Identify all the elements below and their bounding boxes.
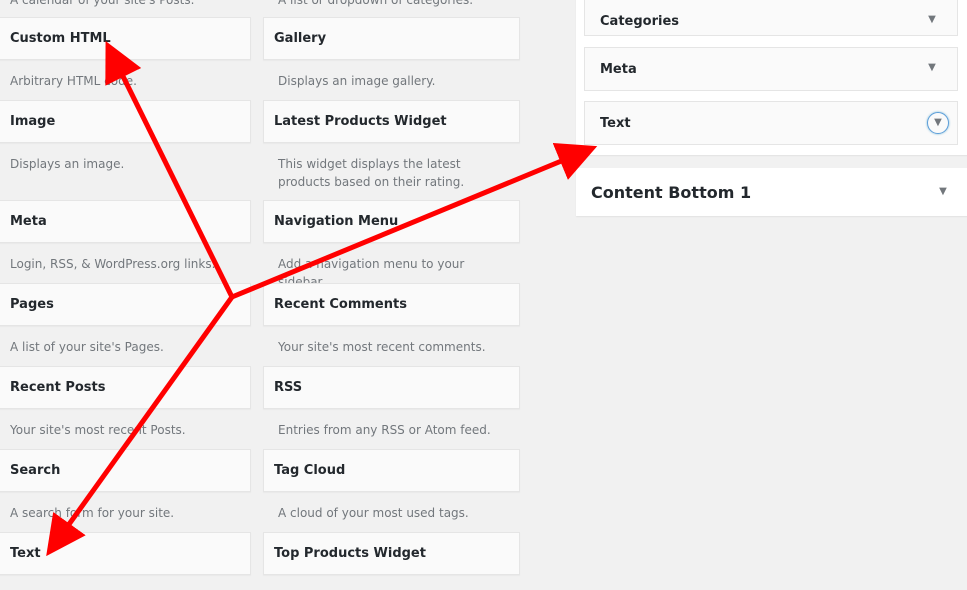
- widget-description: Login, RSS, & WordPress.org links.: [10, 257, 216, 271]
- sidebar-widget-categories[interactable]: Categories ▼: [584, 0, 958, 36]
- widget-card[interactable]: Image: [0, 100, 251, 143]
- widget-title: Pages: [10, 297, 54, 312]
- widget-card[interactable]: Meta: [0, 200, 251, 243]
- triangle-down-icon[interactable]: ▼: [927, 112, 949, 134]
- sidebar-widget-meta[interactable]: Meta ▼: [584, 47, 958, 91]
- widget-title: Recent Posts: [10, 380, 106, 395]
- widget-title: Tag Cloud: [274, 463, 346, 478]
- widget-card[interactable]: Pages: [0, 283, 251, 326]
- widget-title: Image: [10, 114, 56, 129]
- triangle-down-icon[interactable]: ▼: [923, 11, 941, 29]
- sidebar-title: Content Bottom 1: [591, 183, 752, 202]
- widget-title: Latest Products Widget: [274, 114, 447, 129]
- widget-description: This widget displays the latest products…: [278, 157, 465, 189]
- widget-title: RSS: [274, 380, 303, 395]
- widget-card[interactable]: Latest Products Widget: [263, 100, 520, 143]
- triangle-down-icon[interactable]: ▼: [923, 59, 941, 77]
- widget-title: Text: [600, 116, 631, 131]
- widget-title: Search: [10, 463, 61, 478]
- widget-title: Gallery: [274, 31, 327, 46]
- triangle-down-icon[interactable]: ▼: [934, 183, 952, 201]
- widget-description: Displays an image.: [10, 157, 125, 171]
- sidebar-content-bottom-1[interactable]: Content Bottom 1 ▼: [576, 168, 967, 216]
- widget-description: A list of your site's Pages.: [10, 340, 164, 354]
- widget-title: Recent Comments: [274, 297, 407, 312]
- widget-title: Meta: [10, 214, 47, 229]
- widget-description: Your site's most recent comments.: [278, 340, 486, 354]
- widget-card[interactable]: Text: [0, 532, 251, 575]
- widget-description: A list or dropdown of categories.: [278, 0, 474, 7]
- widget-description: Entries from any RSS or Atom feed.: [278, 423, 491, 437]
- widget-description: Your site's most recent Posts.: [10, 423, 186, 437]
- widget-card[interactable]: Navigation Menu: [263, 200, 520, 243]
- widget-title: Meta: [600, 62, 637, 77]
- widget-card[interactable]: Recent Posts: [0, 366, 251, 409]
- widget-title: Custom HTML: [10, 31, 111, 46]
- widget-title: Text: [10, 546, 41, 561]
- widget-title: Top Products Widget: [274, 546, 426, 561]
- widget-description: Displays an image gallery.: [278, 74, 436, 88]
- widget-card[interactable]: Custom HTML: [0, 17, 251, 60]
- widget-card[interactable]: Top Products Widget: [263, 532, 520, 575]
- widget-card[interactable]: Search: [0, 449, 251, 492]
- widget-card[interactable]: Recent Comments: [263, 283, 520, 326]
- widget-title: Navigation Menu: [274, 214, 399, 229]
- widget-description: Arbitrary HTML code.: [10, 74, 137, 88]
- widget-card[interactable]: RSS: [263, 366, 520, 409]
- widget-description: A calendar of your site's Posts.: [10, 0, 195, 7]
- sidebar-widget-text[interactable]: Text ▼: [584, 101, 958, 145]
- widget-title: Categories: [600, 14, 680, 29]
- widget-card[interactable]: Tag Cloud: [263, 449, 520, 492]
- widget-card[interactable]: Gallery: [263, 17, 520, 60]
- widget-description: A cloud of your most used tags.: [278, 506, 469, 520]
- widget-description: A search form for your site.: [10, 506, 175, 520]
